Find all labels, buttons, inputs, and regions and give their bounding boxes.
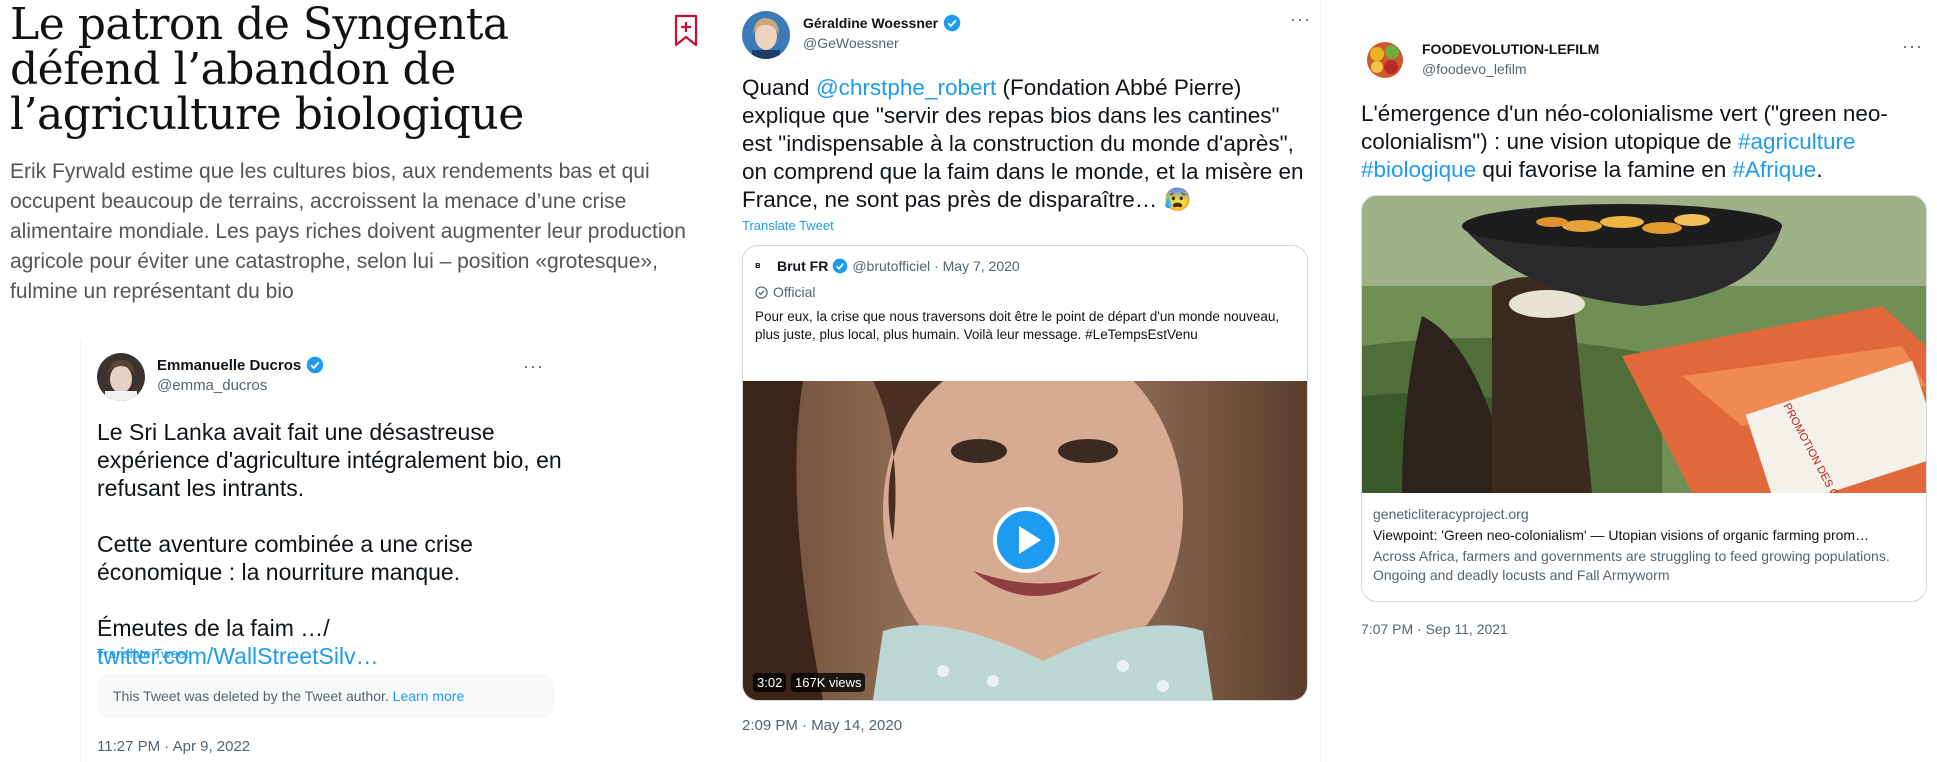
author-name[interactable]: Géraldine Woessner — [803, 15, 938, 31]
quoted-tweet[interactable]: ʙ Brut FR @brutofficiel · May 7, 2020 Of… — [742, 245, 1308, 701]
play-button-icon[interactable] — [993, 507, 1059, 573]
tweet-paragraph: Cette aventure combinée a une crise écon… — [97, 531, 473, 585]
tweet-column-foodevolution[interactable]: FOODEVOLUTION-LEFILM @foodevo_lefilm ···… — [1320, 0, 1937, 762]
mention-link[interactable]: @chrstphe_robert — [816, 75, 996, 100]
quoted-tweet-text: Pour eux, la crise que nous traversons d… — [755, 309, 1280, 342]
tweet-text: L'émergence d'un néo-colonialisme vert (… — [1361, 100, 1921, 184]
quoted-date[interactable]: · May 7, 2020 — [934, 258, 1020, 274]
tweet-paragraph: Émeutes de la faim …/ twitter.com/WallSt… — [97, 614, 567, 670]
tweet-text-fragment: . — [1816, 157, 1823, 182]
tweet-text: Le Sri Lanka avait fait une désastreuse … — [97, 418, 567, 670]
author-handle[interactable]: @emma_ducros — [157, 377, 267, 394]
more-options-icon[interactable]: ··· — [1902, 36, 1923, 57]
video-duration: 3:02 — [753, 673, 787, 692]
author-name[interactable]: Emmanuelle Ducros — [157, 357, 301, 374]
hashtag-link[interactable]: #agriculture — [1738, 129, 1856, 154]
author-name-row[interactable]: Emmanuelle Ducros — [157, 356, 324, 374]
article-column: Le patron de Syngenta défend l’abandon d… — [0, 0, 720, 762]
article-lede: Erik Fyrwald estime que les cultures bio… — [10, 160, 686, 303]
official-label-text: Official — [773, 284, 816, 300]
card-description: Across Africa, farmers and governments a… — [1373, 548, 1890, 583]
avatar[interactable] — [1361, 36, 1409, 84]
author-handle[interactable]: @GeWoessner — [803, 35, 899, 51]
article-headline: Le patron de Syngenta défend l’abandon d… — [10, 0, 524, 140]
tweet-text-fragment: Émeutes de la faim …/ — [97, 615, 330, 641]
video-player[interactable]: 3:02 167K views — [743, 381, 1307, 700]
bookmark-plus-icon[interactable] — [673, 14, 699, 48]
avatar[interactable] — [97, 353, 145, 401]
tweet-text: Quand @chrstphe_robert (Fondation Abbé P… — [742, 74, 1314, 214]
author-name-row[interactable]: Géraldine Woessner — [803, 14, 961, 32]
author-name[interactable]: FOODEVOLUTION-LEFILM — [1422, 41, 1599, 57]
verified-badge-icon — [306, 356, 324, 374]
embedded-tweet-emma-ducros[interactable]: Emmanuelle Ducros @emma_ducros ··· Le Sr… — [80, 340, 681, 762]
quoted-author-handle[interactable]: @brutofficiel — [852, 258, 930, 274]
deleted-tweet-notice: This Tweet was deleted by the Tweet auth… — [97, 673, 555, 719]
brut-logo-icon: ʙ — [755, 260, 761, 270]
author-handle[interactable]: @foodevo_lefilm — [1422, 61, 1527, 77]
video-views: 167K views — [791, 673, 866, 692]
verified-badge-icon — [832, 258, 848, 274]
official-label: Official — [755, 284, 816, 300]
translate-tweet-link[interactable]: Translate Tweet — [742, 218, 834, 233]
tweet-timestamp[interactable]: 11:27 PM · Apr 9, 2022 — [97, 738, 250, 755]
tweet-paragraph: Le Sri Lanka avait fait une désastreuse … — [97, 419, 562, 501]
official-check-icon — [755, 285, 768, 299]
quoted-author-row[interactable]: Brut FR @brutofficiel · May 7, 2020 — [777, 258, 1020, 274]
tweet-text-fragment: qui favorise la famine en — [1476, 157, 1733, 182]
deleted-notice-text: This Tweet was deleted by the Tweet auth… — [113, 688, 389, 704]
learn-more-link[interactable]: Learn more — [393, 688, 465, 704]
verified-badge-icon — [943, 14, 961, 32]
tweet-timestamp[interactable]: 2:09 PM · May 14, 2020 — [742, 717, 902, 734]
link-preview-card[interactable]: PROMOTION DES CE geneticliteracyproject.… — [1361, 195, 1927, 602]
translate-tweet-link[interactable]: Translate Tweet — [97, 646, 189, 661]
hashtag-link[interactable]: #biologique — [1361, 157, 1476, 182]
tweet-text-fragment: Quand — [742, 75, 816, 100]
more-options-icon[interactable]: ··· — [523, 356, 544, 377]
tweet-column-woessner[interactable]: Géraldine Woessner @GeWoessner ··· Quand… — [720, 0, 1320, 762]
card-domain: geneticliteracyproject.org — [1373, 506, 1529, 522]
tweet-timestamp[interactable]: 7:07 PM · Sep 11, 2021 — [1361, 621, 1508, 637]
quoted-author-name[interactable]: Brut FR — [777, 258, 828, 274]
more-options-icon[interactable]: ··· — [1290, 9, 1311, 30]
hashtag-link[interactable]: #Afrique — [1733, 157, 1817, 182]
avatar[interactable] — [742, 11, 790, 59]
link-preview-image: PROMOTION DES CE — [1362, 196, 1926, 493]
card-title: Viewpoint: 'Green neo-colonialism' — Uto… — [1373, 527, 1870, 543]
